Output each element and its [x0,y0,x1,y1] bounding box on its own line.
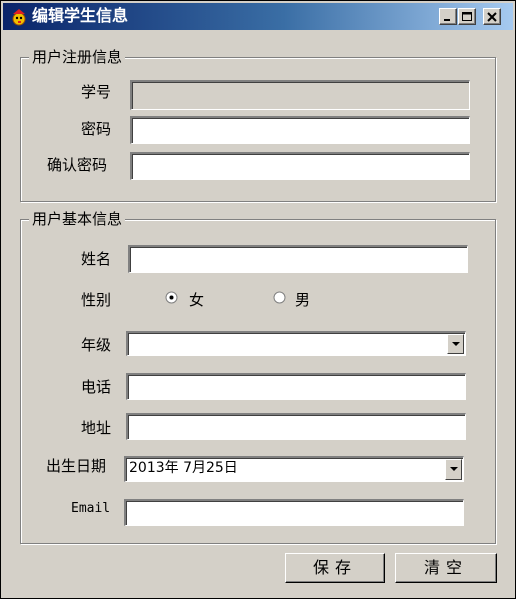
title-bar[interactable]: 编辑学生信息 [3,3,513,30]
email-field[interactable] [124,499,464,526]
save-button[interactable]: 保存 [285,553,385,583]
student-id-field [130,80,470,110]
maximize-button[interactable] [458,8,476,25]
birthdate-value: 2013年 7月25日 [129,460,238,476]
name-label: 姓名 [81,250,112,268]
registration-legend: 用户注册信息 [29,48,126,66]
birthdate-picker[interactable]: 2013年 7月25日 [124,456,464,482]
basic-info-legend: 用户基本信息 [29,210,126,228]
password-field[interactable] [130,116,470,144]
minimize-icon [444,19,450,21]
address-label: 地址 [81,419,112,437]
window-title: 编辑学生信息 [32,6,129,25]
gender-label: 性别 [81,291,112,309]
phone-label: 电话 [81,378,112,396]
address-field[interactable] [126,413,466,440]
radio-male[interactable] [273,291,286,304]
radio-female[interactable] [165,291,178,304]
grade-label: 年级 [81,336,112,354]
birthdate-label: 出生日期 [46,457,107,475]
maximize-icon [462,12,472,21]
student-id-label: 学号 [81,83,112,101]
phone-field[interactable] [126,373,466,400]
confirm-password-label: 确认密码 [47,156,108,174]
confirm-password-field[interactable] [130,152,470,180]
chevron-down-icon [452,342,460,346]
female-label[interactable]: 女 [189,290,204,310]
email-label: Email [71,501,111,516]
grade-dropdown-button[interactable] [447,334,464,354]
password-label: 密码 [81,120,112,138]
minimize-button[interactable] [439,8,457,25]
grade-dropdown[interactable] [126,331,466,356]
chevron-down-icon [450,467,458,471]
edit-student-window: 编辑学生信息 用户注册信息 学号 密码 确认密码 用户基本信息 姓名 性别 女 … [0,0,516,599]
name-field[interactable] [128,245,468,273]
male-label[interactable]: 男 [295,290,310,310]
close-button[interactable] [483,8,501,25]
clear-button[interactable]: 清空 [395,553,497,583]
close-icon [487,12,497,22]
app-icon [12,9,26,26]
birthdate-dropdown-button[interactable] [445,459,462,480]
